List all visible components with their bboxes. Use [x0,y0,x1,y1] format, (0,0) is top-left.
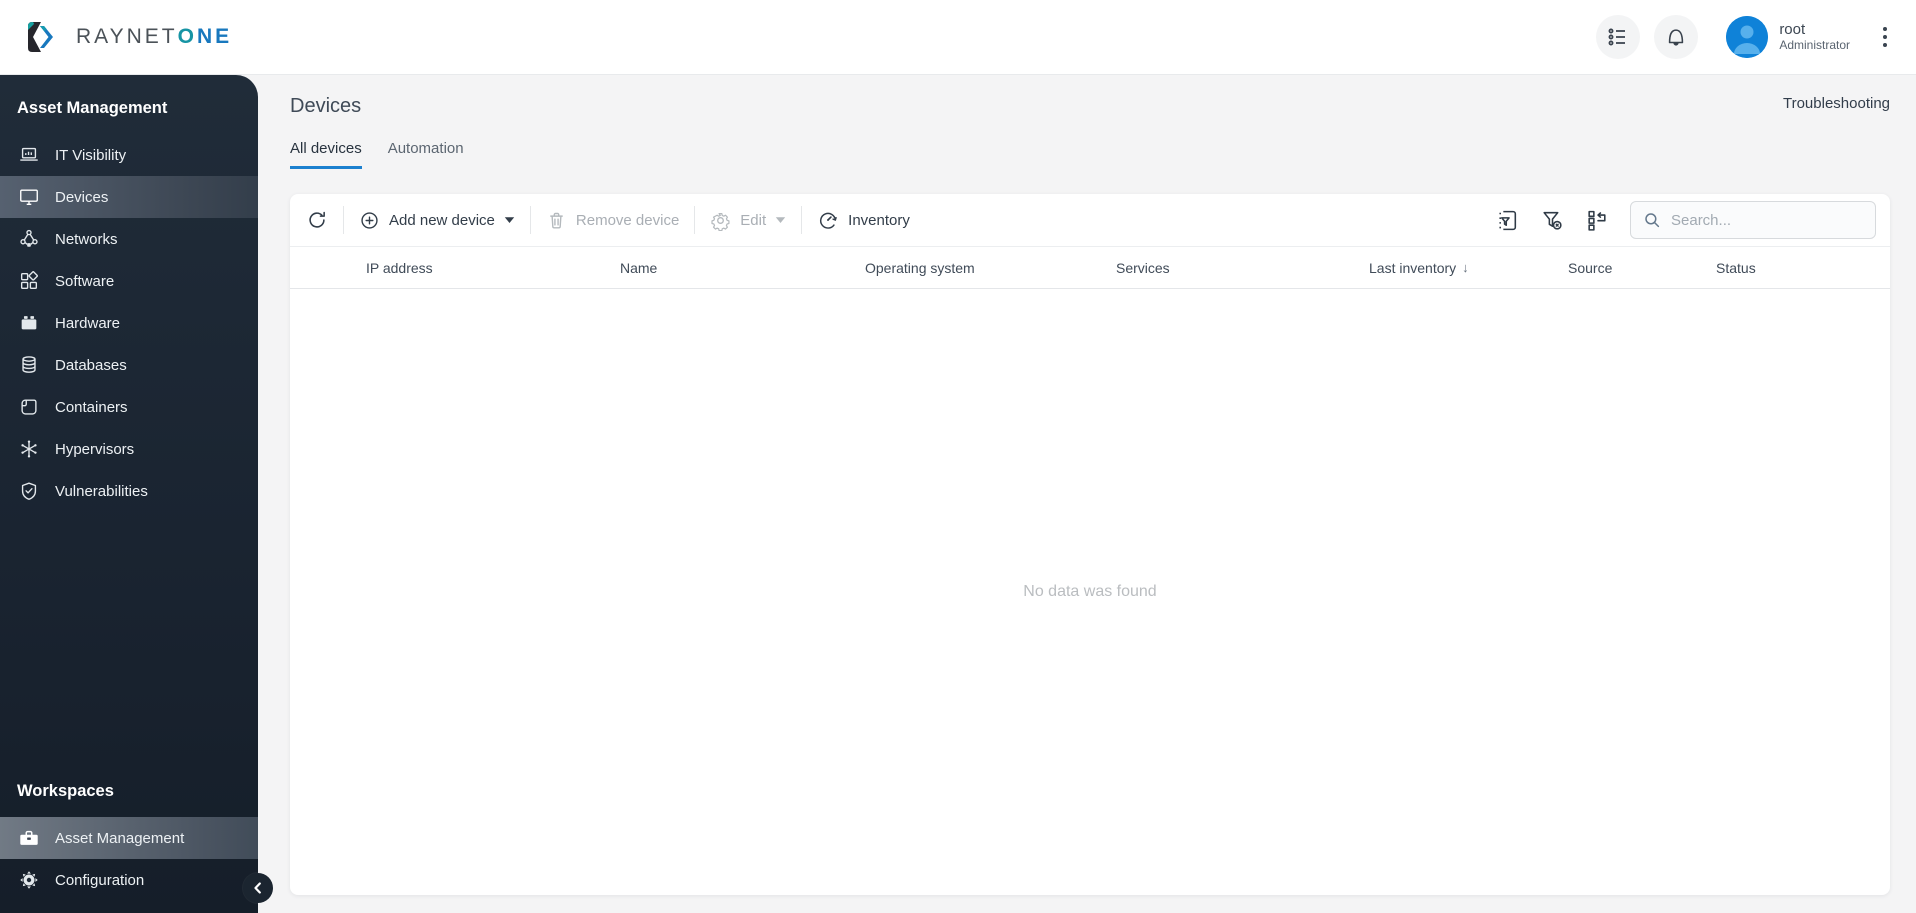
sidebar-item-label: Containers [55,398,128,416]
sidebar-item-label: Hardware [55,314,121,332]
inventory-button[interactable]: Inventory [817,209,910,231]
column-header-operating-system[interactable]: Operating system [865,260,1116,276]
user-role: Administrator [1779,37,1850,52]
workspace-item-configuration[interactable]: Configuration [0,859,258,901]
devices-panel: Add new device Remove device Edit Invent… [290,194,1890,895]
sidebar-item-label: IT Visibility [55,146,127,164]
laptop-chart-icon [18,144,40,166]
container-icon [18,396,40,418]
caret-down-icon [504,216,515,224]
task-list-button[interactable] [1596,15,1641,59]
sidebar-item-label: Software [55,272,115,290]
database-icon [18,354,40,376]
column-header-last-inventory[interactable]: Last inventory ↓ [1369,260,1568,276]
notifications-button[interactable] [1654,15,1699,59]
table-header: IP address Name Operating system Service… [290,246,1890,289]
tab-automation[interactable]: Automation [388,140,464,169]
sidebar-item-label: Databases [55,356,127,374]
sidebar-item-hypervisors[interactable]: Hypervisors [0,428,258,470]
column-chooser-icon [1585,208,1610,233]
tab-bar: All devices Automation [290,140,1890,169]
briefcase-icon [18,827,40,849]
column-header-status[interactable]: Status [1716,260,1890,276]
sidebar-item-databases[interactable]: Databases [0,344,258,386]
sidebar-item-devices[interactable]: Devices [0,176,258,218]
column-header-services[interactable]: Services [1116,260,1369,276]
caret-down-icon [775,216,786,224]
sidebar: Asset Management IT Visibility Devices N… [0,75,273,913]
sort-desc-icon: ↓ [1462,260,1469,275]
refresh-button[interactable] [306,209,328,231]
brand-logo[interactable]: RAYNETONE [24,20,232,54]
sidebar-item-hardware[interactable]: Hardware [0,302,258,344]
tab-all-devices[interactable]: All devices [290,140,362,169]
empty-state-message: No data was found [1023,583,1157,600]
user-menu[interactable]: root Administrator [1726,16,1850,58]
workspaces-section: Workspaces Asset Management Configuratio… [0,782,258,901]
clear-filter-button[interactable] [1539,207,1565,233]
remove-device-button[interactable]: Remove device [546,210,679,231]
gauge-icon [817,209,839,231]
devices-toolbar: Add new device Remove device Edit Invent… [290,194,1890,246]
sidebar-item-it-visibility[interactable]: IT Visibility [0,134,258,176]
column-header-name[interactable]: Name [620,260,865,276]
chevron-left-icon [251,881,265,895]
trash-icon [546,210,567,231]
user-name: root [1779,21,1806,39]
hypervisor-icon [18,438,40,460]
search-input[interactable] [1671,211,1863,229]
network-nodes-icon [18,228,40,250]
bell-icon [1665,26,1687,48]
search-container [1630,201,1876,239]
topbar-actions: root Administrator [1582,15,1898,59]
sidebar-item-label: Networks [55,230,118,248]
sidebar-item-vulnerabilities[interactable]: Vulnerabilities [0,470,258,512]
search-icon [1643,211,1661,229]
refresh-icon [306,209,328,231]
sidebar-collapse-button[interactable] [243,873,273,903]
column-header-source[interactable]: Source [1568,260,1716,276]
workspace-item-label: Configuration [55,871,145,889]
more-options-button[interactable] [1872,17,1898,57]
gear-outline-icon [710,210,731,231]
add-new-device-button[interactable]: Add new device [359,210,515,231]
top-bar: RAYNETONE root Administrator [0,0,1916,75]
sidebar-item-label: Devices [55,188,109,206]
plus-circle-icon [359,210,380,231]
task-list-icon [1607,26,1629,48]
page-title: Devices [290,95,362,117]
sidebar-nav: IT Visibility Devices Networks Software [0,134,258,512]
workspace-item-label: Asset Management [55,829,185,847]
column-chooser-button[interactable] [1584,207,1610,233]
brand-mark-icon [24,20,64,54]
workspace-item-asset-management[interactable]: Asset Management [0,817,258,859]
filter-clear-icon [1540,208,1565,233]
software-boxes-icon [18,270,40,292]
column-header-ip-address[interactable]: IP address [366,260,620,276]
filter-document-icon [1495,208,1520,233]
monitor-icon [18,186,40,208]
sidebar-section-title: Asset Management [17,99,168,117]
edit-filter-button[interactable] [1494,207,1520,233]
edit-button[interactable]: Edit [710,210,786,231]
workspaces-title: Workspaces [17,782,114,800]
avatar [1726,16,1769,58]
gear-icon [18,869,40,891]
shield-check-icon [18,480,40,502]
brand-wordmark: RAYNETONE [76,25,233,48]
hardware-icon [18,312,40,334]
sidebar-item-label: Hypervisors [55,440,135,458]
sidebar-item-networks[interactable]: Networks [0,218,258,260]
sidebar-item-software[interactable]: Software [0,260,258,302]
troubleshooting-link[interactable]: Troubleshooting [1783,95,1890,112]
sidebar-item-label: Vulnerabilities [55,482,148,500]
sidebar-item-containers[interactable]: Containers [0,386,258,428]
main-content: Devices Troubleshooting All devices Auto… [258,75,1916,913]
